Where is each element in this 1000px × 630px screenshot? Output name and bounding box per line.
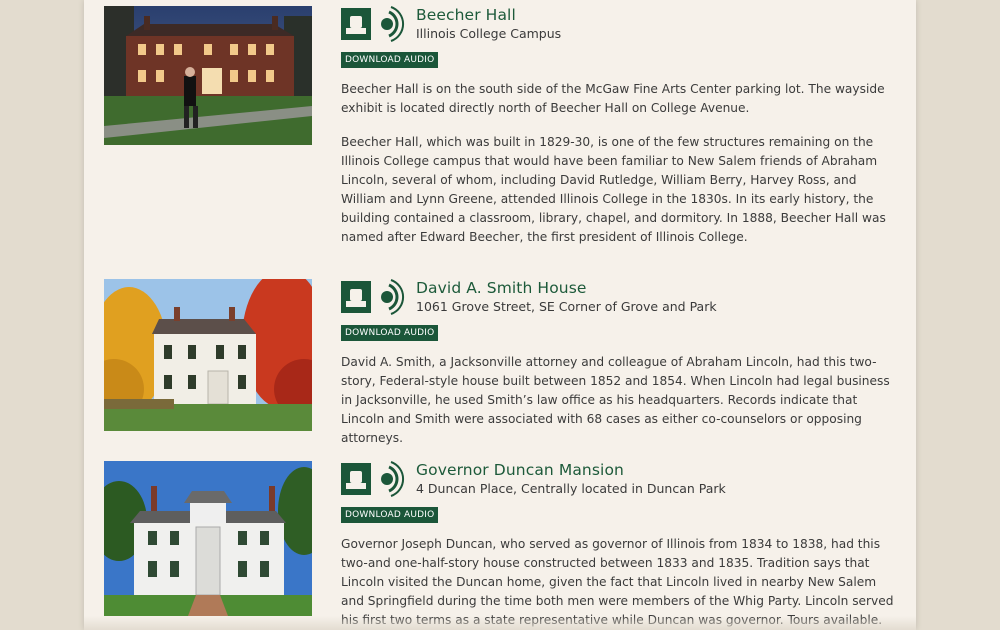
site-entry-david-smith-house: David A. Smith House 1061 Grove Street, … (104, 279, 904, 445)
site-title: Governor Duncan Mansion (416, 461, 624, 479)
landmark-building-icon (341, 8, 371, 40)
download-audio-button[interactable]: DOWNLOAD AUDIO (341, 52, 439, 68)
site-photo[interactable] (104, 461, 312, 616)
site-details: Governor Duncan Mansion 4 Duncan Place, … (341, 461, 901, 630)
site-entry-governor-duncan-mansion: Governor Duncan Mansion 4 Duncan Place, … (104, 461, 904, 630)
audio-waves-icon (381, 461, 405, 497)
audio-tour-logo (341, 279, 405, 315)
site-location: 1061 Grove Street, SE Corner of Grove an… (416, 299, 717, 314)
site-location: Illinois College Campus (416, 26, 562, 41)
site-location: 4 Duncan Place, Centrally located in Dun… (416, 481, 726, 496)
site-details: David A. Smith House 1061 Grove Street, … (341, 279, 901, 445)
audio-waves-icon (381, 6, 405, 42)
site-description-paragraph: David A. Smith, a Jacksonville attorney … (341, 355, 890, 445)
site-photo[interactable] (104, 279, 312, 431)
site-description-paragraph: Beecher Hall is on the south side of the… (341, 82, 885, 115)
content-panel: Beecher Hall Illinois College Campus DOW… (84, 0, 916, 630)
download-audio-button[interactable]: DOWNLOAD AUDIO (341, 507, 439, 523)
site-title: Beecher Hall (416, 6, 516, 24)
audio-tour-logo (341, 6, 405, 42)
site-photo[interactable] (104, 6, 312, 145)
page-background-left (0, 0, 84, 630)
audio-waves-icon (381, 279, 405, 315)
download-audio-button[interactable]: DOWNLOAD AUDIO (341, 325, 439, 341)
site-details: Beecher Hall Illinois College Campus DOW… (341, 6, 901, 256)
site-title: David A. Smith House (416, 279, 587, 297)
audio-tour-logo (341, 461, 405, 497)
landmark-building-icon (341, 281, 371, 313)
page-background-right (916, 0, 1000, 630)
page-bottom-fade (84, 616, 916, 630)
landmark-building-icon (341, 463, 371, 495)
site-entry-beecher-hall: Beecher Hall Illinois College Campus DOW… (104, 6, 904, 256)
site-description-paragraph: Beecher Hall, which was built in 1829-30… (341, 135, 886, 244)
